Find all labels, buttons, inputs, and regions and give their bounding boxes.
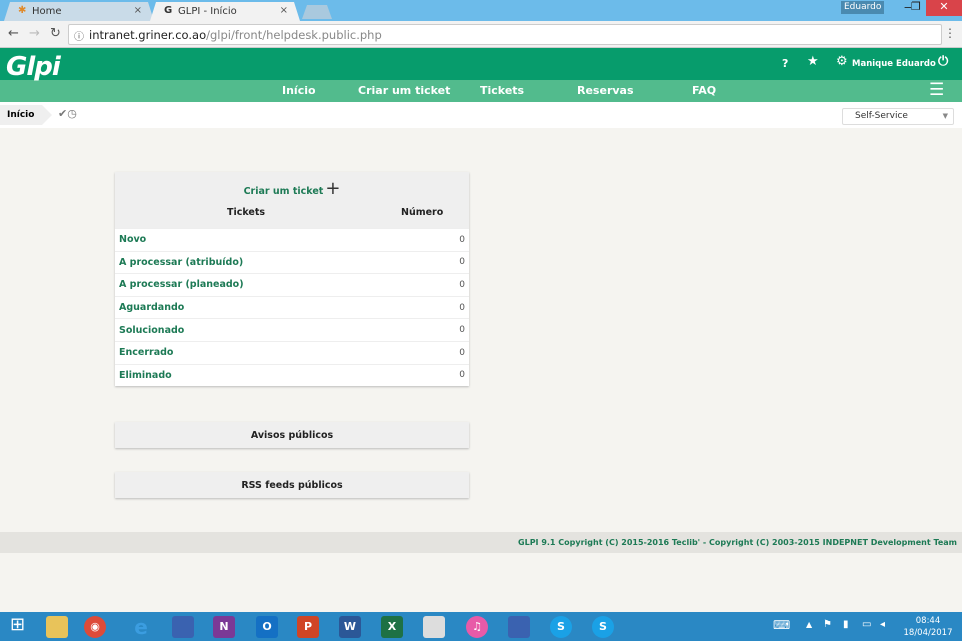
plus-icon[interactable]: + — [325, 178, 340, 199]
table-row: A processar (planeado) 0 — [115, 273, 469, 296]
url-path: /glpi/front/helpdesk.public.php — [206, 28, 382, 42]
clock[interactable]: 08:44 18/04/2017 — [900, 615, 956, 639]
ticket-status-link[interactable]: Eliminado — [119, 370, 172, 381]
itunes-icon[interactable]: ♫ — [466, 616, 488, 638]
ticket-count: 0 — [459, 347, 465, 358]
remote-desktop-icon[interactable] — [172, 616, 194, 638]
footer-copyright[interactable]: GLPI 9.1 Copyright (C) 2015-2016 Teclib'… — [0, 532, 962, 553]
ticket-status-link[interactable]: A processar (atribuído) — [119, 257, 243, 268]
table-row: Aguardando 0 — [115, 295, 469, 319]
ticket-count: 0 — [459, 279, 465, 290]
onenote-icon[interactable]: N — [213, 616, 235, 638]
restore-button[interactable]: ❐ — [911, 0, 927, 13]
ticket-status-link[interactable]: Encerrado — [119, 347, 173, 358]
chrome-icon[interactable]: ◉ — [84, 616, 106, 638]
flag-icon[interactable]: ⚑ — [823, 619, 832, 630]
check-clock-icon[interactable]: ✔◷ — [58, 107, 77, 120]
close-tab-icon[interactable]: × — [134, 5, 142, 16]
skype-icon[interactable]: S — [592, 616, 614, 638]
favorites-star-icon[interactable]: ★ — [807, 54, 819, 69]
profile-select[interactable]: Self-Service ▼ — [842, 108, 954, 125]
ticket-count: 0 — [459, 325, 465, 336]
file-explorer-icon[interactable] — [46, 616, 68, 638]
table-row: Novo 0 — [115, 228, 469, 251]
logout-icon[interactable]: ⏻ — [938, 54, 948, 69]
ticket-count: 0 — [459, 234, 465, 245]
back-icon[interactable]: ← — [8, 26, 19, 41]
nav-reservas[interactable]: Reservas — [577, 84, 634, 97]
column-tickets: Tickets — [227, 207, 266, 218]
new-tab-button[interactable] — [302, 5, 332, 19]
ticket-status-link[interactable]: Aguardando — [119, 302, 184, 313]
network-tray-icon[interactable]: ▭ — [862, 619, 871, 630]
joomla-icon: ✱ — [18, 5, 27, 16]
ticket-status-link[interactable]: A processar (planeado) — [119, 279, 244, 290]
create-ticket-link[interactable]: Criar um ticket — [244, 186, 324, 197]
battery-icon[interactable]: ▮ — [843, 619, 849, 630]
url-input[interactable]: ⓘ intranet.griner.co.ao/glpi/front/helpde… — [68, 24, 942, 45]
powerpoint-icon[interactable]: P — [297, 616, 319, 638]
table-row: A processar (atribuído) 0 — [115, 250, 469, 274]
internet-explorer-icon[interactable]: e — [130, 616, 152, 638]
nav-criar-ticket[interactable]: Criar um ticket — [358, 84, 450, 97]
glpi-logo[interactable]: Glpi — [6, 52, 61, 82]
chevron-down-icon: ▼ — [942, 112, 948, 120]
date: 18/04/2017 — [903, 628, 953, 638]
reload-icon[interactable]: ↻ — [50, 26, 61, 41]
skype-business-icon[interactable]: S — [550, 616, 572, 638]
ticket-count: 0 — [459, 302, 465, 313]
profile-select-value: Self-Service — [855, 111, 908, 121]
tab-title: Home — [32, 6, 62, 17]
table-row: Solucionado 0 — [115, 318, 469, 341]
ticket-count: 0 — [459, 257, 465, 268]
tickets-panel-header: Criar um ticket + Tickets Número — [115, 172, 469, 228]
tickets-panel: Criar um ticket + Tickets Número Novo 0 A p… — [115, 172, 469, 386]
outlook-icon[interactable]: O — [256, 616, 278, 638]
ticket-status-link[interactable]: Novo — [119, 234, 146, 245]
column-number: Número — [401, 207, 444, 218]
chrome-apps-icon[interactable] — [423, 616, 445, 638]
word-icon[interactable]: W — [339, 616, 361, 638]
glpi-icon: G — [164, 5, 173, 16]
help-icon[interactable]: ? — [782, 57, 788, 70]
nav-tickets[interactable]: Tickets — [480, 84, 524, 97]
volume-icon[interactable]: ◂ — [880, 619, 885, 630]
info-icon: ⓘ — [74, 32, 84, 43]
browser-tab-bar: ✱ Home × G GLPI - Início × Eduardo ‒ ❐ ✕ — [0, 0, 962, 21]
windows-start-icon[interactable]: ⊞ — [10, 614, 25, 635]
gear-icon[interactable]: ⚙ — [836, 54, 848, 69]
ticket-count: 0 — [459, 370, 465, 381]
url-host: intranet.griner.co.ao — [89, 28, 207, 42]
table-row: Eliminado 0 — [115, 363, 469, 387]
breadcrumb-home[interactable]: Início — [0, 105, 52, 125]
breadcrumb: Início ✔◷ Self-Service ▼ — [0, 102, 962, 128]
tab-home[interactable]: ✱ Home × — [4, 2, 154, 21]
user-name-link[interactable]: Manique Eduardo — [852, 59, 936, 69]
forward-icon[interactable]: → — [29, 26, 40, 41]
table-row: Encerrado 0 — [115, 340, 469, 364]
rss-feeds-panel[interactable]: RSS feeds públicos — [115, 472, 469, 498]
time: 08:44 — [915, 616, 941, 626]
excel-icon[interactable]: X — [381, 616, 403, 638]
tab-glpi[interactable]: G GLPI - Início × — [150, 2, 300, 21]
close-window-button[interactable]: ✕ — [926, 0, 962, 16]
tray-chevron-icon[interactable]: ▲ — [806, 620, 812, 629]
ticket-status-link[interactable]: Solucionado — [119, 325, 184, 336]
close-tab-icon[interactable]: × — [280, 5, 288, 16]
menu-dots-icon[interactable]: ⋮ — [944, 26, 956, 40]
network-icon[interactable] — [508, 616, 530, 638]
tab-title: GLPI - Início — [178, 6, 237, 17]
keyboard-icon[interactable]: ⌨ — [773, 618, 790, 632]
nav-faq[interactable]: FAQ — [692, 84, 716, 97]
profile-badge: Eduardo — [841, 1, 885, 14]
public-notices-panel[interactable]: Avisos públicos — [115, 422, 469, 448]
hamburger-menu-icon[interactable]: ☰ — [929, 80, 944, 100]
nav-inicio[interactable]: Início — [282, 84, 316, 97]
